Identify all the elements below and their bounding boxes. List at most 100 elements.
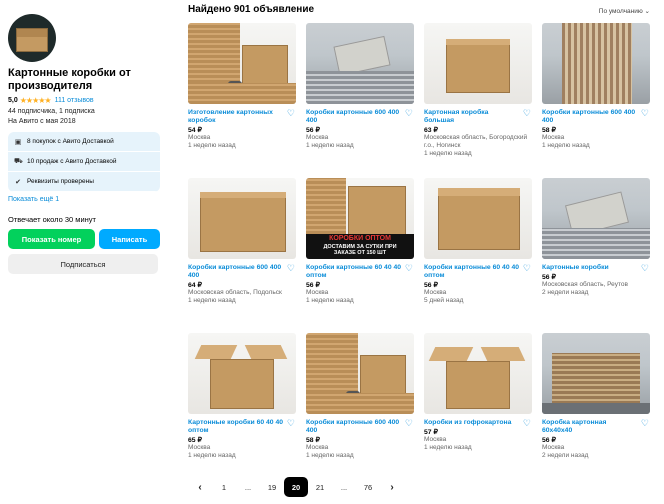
listing-title[interactable]: Коробки картонные 60 40 40 оптом xyxy=(306,264,402,280)
listing-price: 58 ₽ xyxy=(542,127,556,134)
favorite-heart-icon[interactable]: ♡ xyxy=(641,418,649,429)
write-button[interactable]: Написать xyxy=(99,229,160,249)
listing-title[interactable]: Коробки картонные 600 400 400 xyxy=(306,109,402,125)
reviews-link[interactable]: 111 отзывов xyxy=(55,97,94,104)
box-stack xyxy=(542,228,650,259)
listing-price: 54 ₽ xyxy=(188,127,202,134)
listing-date: 1 неделю назад xyxy=(188,142,236,149)
listing-card[interactable]: Картонные коробки ♡ 56 ₽ Московская обла… xyxy=(542,178,650,333)
listing-card[interactable]: Картонные коробки 60 40 40 оптом ♡ 65 ₽ … xyxy=(188,333,296,488)
listing-card[interactable]: Коробки картонные 600 400 400 ♡ 64 ₽ Мос… xyxy=(188,178,296,333)
listing-title[interactable]: Коробки картонные 600 400 400 xyxy=(306,419,402,435)
listing-title[interactable]: Картонные коробки 60 40 40 оптом xyxy=(188,419,284,435)
listing-location: Москва xyxy=(542,134,565,141)
listing-date: 5 дней назад xyxy=(424,297,464,304)
box-shape xyxy=(438,188,520,250)
listing-card[interactable]: КОРОБКИ ОПТОМ ДОСТАВИМ ЗА СУТКИ ПРИ ЗАКА… xyxy=(306,178,414,333)
listing-image[interactable] xyxy=(306,23,414,104)
listing-image[interactable] xyxy=(542,178,650,259)
favorite-heart-icon[interactable]: ♡ xyxy=(287,108,295,119)
listing-image[interactable] xyxy=(542,23,650,104)
listing-price: 57 ₽ xyxy=(424,429,438,436)
next-page-button[interactable]: › xyxy=(380,477,404,497)
listing-image[interactable] xyxy=(188,178,296,259)
listing-date: 1 неделю назад xyxy=(306,297,354,304)
listing-date: 1 неделю назад xyxy=(424,150,472,157)
listing-image[interactable] xyxy=(188,333,296,414)
favorite-heart-icon[interactable]: ♡ xyxy=(287,263,295,274)
listing-image[interactable] xyxy=(542,333,650,414)
seller-avatar[interactable] xyxy=(8,14,56,62)
pagination: ‹ 1 ... 19 20 21 ... 76 › xyxy=(188,477,404,497)
listing-card[interactable]: Коробка картонная 60х40х40 ♡ 56 ₽ Москва… xyxy=(542,333,650,488)
listing-title[interactable]: Коробки картонные 600 400 400 xyxy=(188,264,284,280)
badge-text: 10 продаж с Авито Доставкой xyxy=(27,158,117,165)
seller-name[interactable]: Картонные коробки от производителя xyxy=(8,67,160,93)
listing-image[interactable] xyxy=(424,23,532,104)
sort-dropdown[interactable]: По умолчанию ⌄ xyxy=(599,7,650,15)
show-phone-button[interactable]: Показать номер xyxy=(8,229,95,249)
favorite-heart-icon[interactable]: ♡ xyxy=(641,108,649,119)
page-button[interactable]: 1 xyxy=(212,477,236,497)
page-button[interactable]: 76 xyxy=(356,477,380,497)
favorite-heart-icon[interactable]: ♡ xyxy=(287,418,295,429)
listing-title[interactable]: Картонная коробка большая xyxy=(424,109,520,125)
listing-image[interactable] xyxy=(424,178,532,259)
box-stack xyxy=(306,393,414,414)
badge-verified: ✔ Реквизиты проверены xyxy=(8,172,160,192)
box-shape xyxy=(210,359,274,409)
contact-buttons: Показать номер Написать xyxy=(8,229,160,249)
favorite-heart-icon[interactable]: ♡ xyxy=(641,263,649,274)
listing-card[interactable]: Картонная коробка большая ♡ 63 ₽ Московс… xyxy=(424,23,532,178)
page-ellipsis: ... xyxy=(244,482,252,492)
listing-date: 1 неделю назад xyxy=(542,142,590,149)
listing-card[interactable]: Изготовление картонных коробок ♡ 54 ₽ Мо… xyxy=(188,23,296,178)
listing-title[interactable]: Коробки картонные 600 400 400 xyxy=(542,109,638,125)
listing-image[interactable] xyxy=(306,333,414,414)
box-stack xyxy=(306,71,414,104)
listing-card[interactable]: Коробки картонные 600 400 400 ♡ 58 ₽ Мос… xyxy=(542,23,650,178)
favorite-heart-icon[interactable]: ♡ xyxy=(405,263,413,274)
listing-image[interactable] xyxy=(188,23,296,104)
box-flap xyxy=(480,347,526,361)
page-button[interactable]: 21 xyxy=(308,477,332,497)
rating-value: 5,0 xyxy=(8,97,18,104)
listing-location: Москва xyxy=(306,444,329,451)
listing-date: 1 неделю назад xyxy=(306,142,354,149)
listing-price: 56 ₽ xyxy=(306,127,320,134)
listing-location: Москва xyxy=(188,134,211,141)
listing-date: 1 неделю назад xyxy=(188,452,236,459)
favorite-heart-icon[interactable]: ♡ xyxy=(523,108,531,119)
listing-location: Москва xyxy=(306,134,329,141)
conveyor-belt xyxy=(542,403,650,414)
favorite-heart-icon[interactable]: ♡ xyxy=(523,263,531,274)
listing-title[interactable]: Коробки картонные 60 40 40 оптом xyxy=(424,264,520,280)
favorite-heart-icon[interactable]: ♡ xyxy=(405,418,413,429)
badge-sales: ⛟ 10 продаж с Авито Доставкой xyxy=(8,152,160,172)
listing-card[interactable]: Коробки картонные 60 40 40 оптом ♡ 56 ₽ … xyxy=(424,178,532,333)
listing-card[interactable]: Коробки картонные 600 400 400 ♡ 58 ₽ Мос… xyxy=(306,333,414,488)
listing-card[interactable]: Коробки из гофрокартона ♡ 57 ₽ Москва 1 … xyxy=(424,333,532,488)
listing-card[interactable]: Коробки картонные 600 400 400 ♡ 56 ₽ Мос… xyxy=(306,23,414,178)
page-button[interactable]: 19 xyxy=(260,477,284,497)
seller-sidebar: Картонные коробки от производителя 5,0 ★… xyxy=(8,14,160,274)
favorite-heart-icon[interactable]: ♡ xyxy=(405,108,413,119)
listing-title[interactable]: Картонные коробки xyxy=(542,264,638,272)
badge-purchases: ▣ 8 покупок с Авито Доставкой xyxy=(8,132,160,152)
listing-price: 58 ₽ xyxy=(306,437,320,444)
listing-title[interactable]: Коробки из гофрокартона xyxy=(424,419,520,427)
box-shape xyxy=(446,361,510,409)
current-page-button[interactable]: 20 xyxy=(284,477,308,497)
cart-icon: ▣ xyxy=(14,138,22,146)
listing-location: Московская область, Реутов xyxy=(542,281,628,288)
favorite-heart-icon[interactable]: ♡ xyxy=(523,418,531,429)
subscribe-button[interactable]: Подписаться xyxy=(8,254,158,274)
listing-image[interactable]: КОРОБКИ ОПТОМ ДОСТАВИМ ЗА СУТКИ ПРИ ЗАКА… xyxy=(306,178,414,259)
listing-title[interactable]: Коробка картонная 60х40х40 xyxy=(542,419,638,435)
box-shape xyxy=(242,45,288,85)
box-shape xyxy=(200,192,286,252)
prev-page-button[interactable]: ‹ xyxy=(188,477,212,497)
listing-title[interactable]: Изготовление картонных коробок xyxy=(188,109,284,125)
show-more-link[interactable]: Показать ещё 1 xyxy=(8,196,160,203)
listing-image[interactable] xyxy=(424,333,532,414)
